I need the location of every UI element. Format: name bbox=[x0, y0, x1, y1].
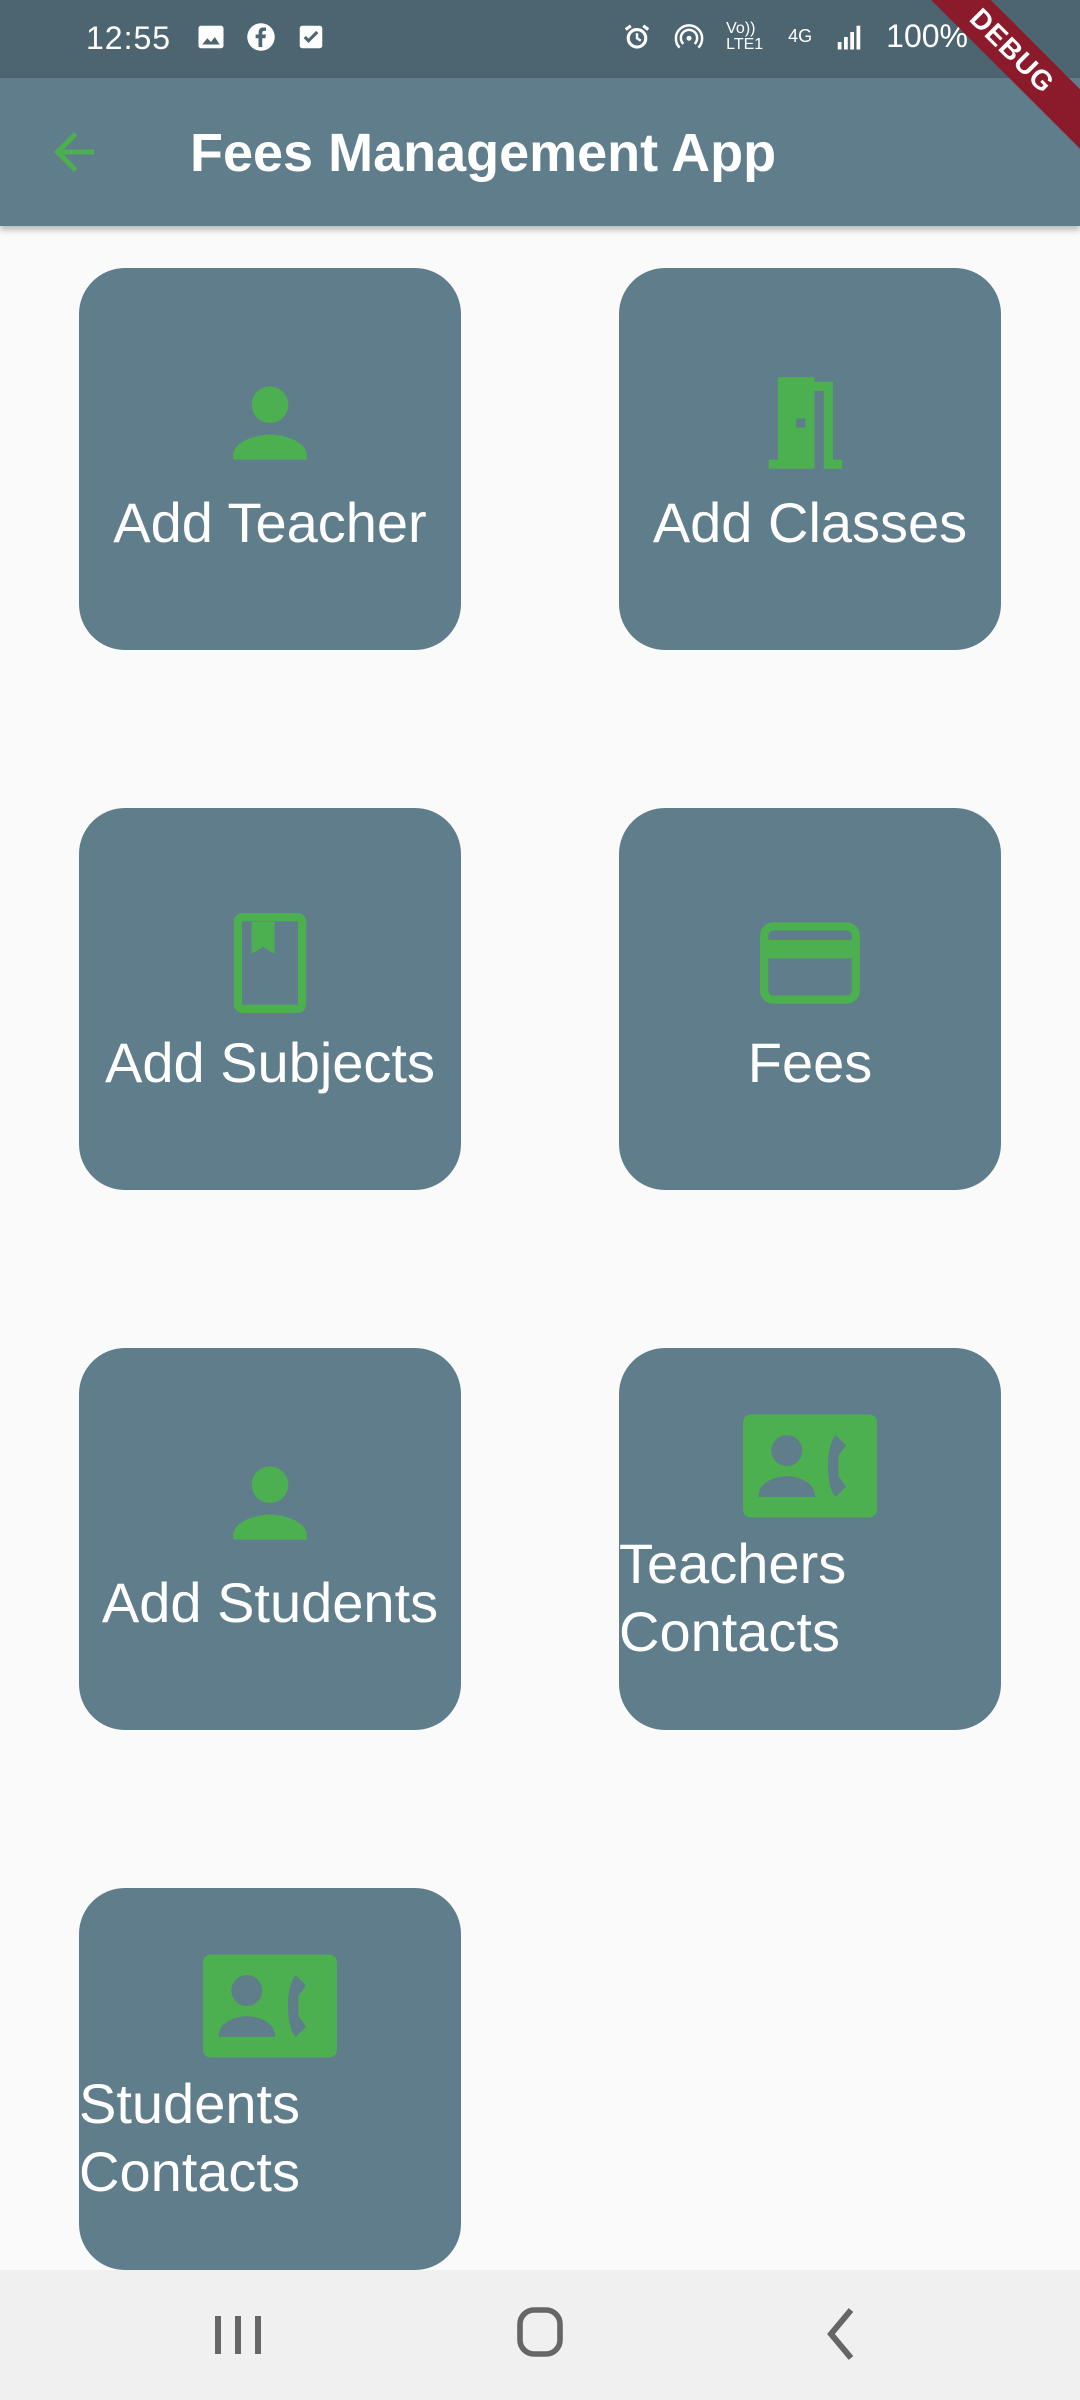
checkbox-icon bbox=[299, 25, 323, 49]
signal-icon bbox=[837, 25, 861, 49]
recents-icon[interactable] bbox=[197, 2300, 277, 2370]
fees-tile[interactable]: Fees bbox=[619, 808, 1001, 1190]
add-classes-tile[interactable]: Add Classes bbox=[619, 268, 1001, 650]
back-icon[interactable] bbox=[803, 2300, 883, 2370]
tile-label: Add Subjects bbox=[105, 1031, 435, 1094]
tile-label: Fees bbox=[747, 1031, 873, 1094]
arrow-back-icon[interactable] bbox=[44, 122, 104, 182]
tile-label: Add Classes bbox=[652, 491, 968, 554]
add-teacher-tile[interactable]: Add Teacher bbox=[79, 268, 461, 650]
contact-phone-icon bbox=[203, 1954, 337, 2058]
add-students-tile[interactable]: Add Students bbox=[79, 1348, 461, 1730]
home-icon[interactable] bbox=[500, 2300, 580, 2370]
system-nav-bar bbox=[0, 2270, 1080, 2400]
facebook-icon bbox=[247, 23, 275, 51]
add-subjects-tile[interactable]: Add Subjects bbox=[79, 808, 461, 1190]
students-contacts-tile[interactable]: Students Contacts bbox=[79, 1888, 461, 2270]
network-label: Vo)) LTE1 bbox=[726, 19, 764, 53]
alarm-icon bbox=[624, 24, 650, 49]
gallery-icon bbox=[198, 25, 224, 49]
notification-icons bbox=[196, 22, 326, 52]
network-type: 4G bbox=[788, 26, 813, 46]
teachers-contacts-tile[interactable]: Teachers Contacts bbox=[619, 1348, 1001, 1730]
hotspot-icon bbox=[674, 23, 704, 48]
door-icon bbox=[768, 377, 843, 469]
status-time: 12:55 bbox=[86, 20, 172, 56]
tile-label: Teachers Contacts bbox=[619, 1532, 847, 1663]
credit-card-icon bbox=[760, 922, 860, 1004]
app-bar: Fees Management App bbox=[0, 78, 1080, 226]
tile-label: Add Teacher bbox=[113, 491, 427, 554]
status-bar: 12:55 Vo)) LTE1 4G 100% bbox=[0, 0, 1080, 78]
tile-label: Add Students bbox=[101, 1571, 439, 1634]
contact-phone-icon bbox=[743, 1414, 877, 1518]
book-icon bbox=[233, 913, 307, 1013]
page-title: Fees Management App bbox=[190, 123, 777, 183]
person-icon bbox=[233, 1466, 307, 1540]
person-icon bbox=[233, 386, 307, 460]
tile-label: Students Contacts bbox=[79, 2072, 301, 2203]
